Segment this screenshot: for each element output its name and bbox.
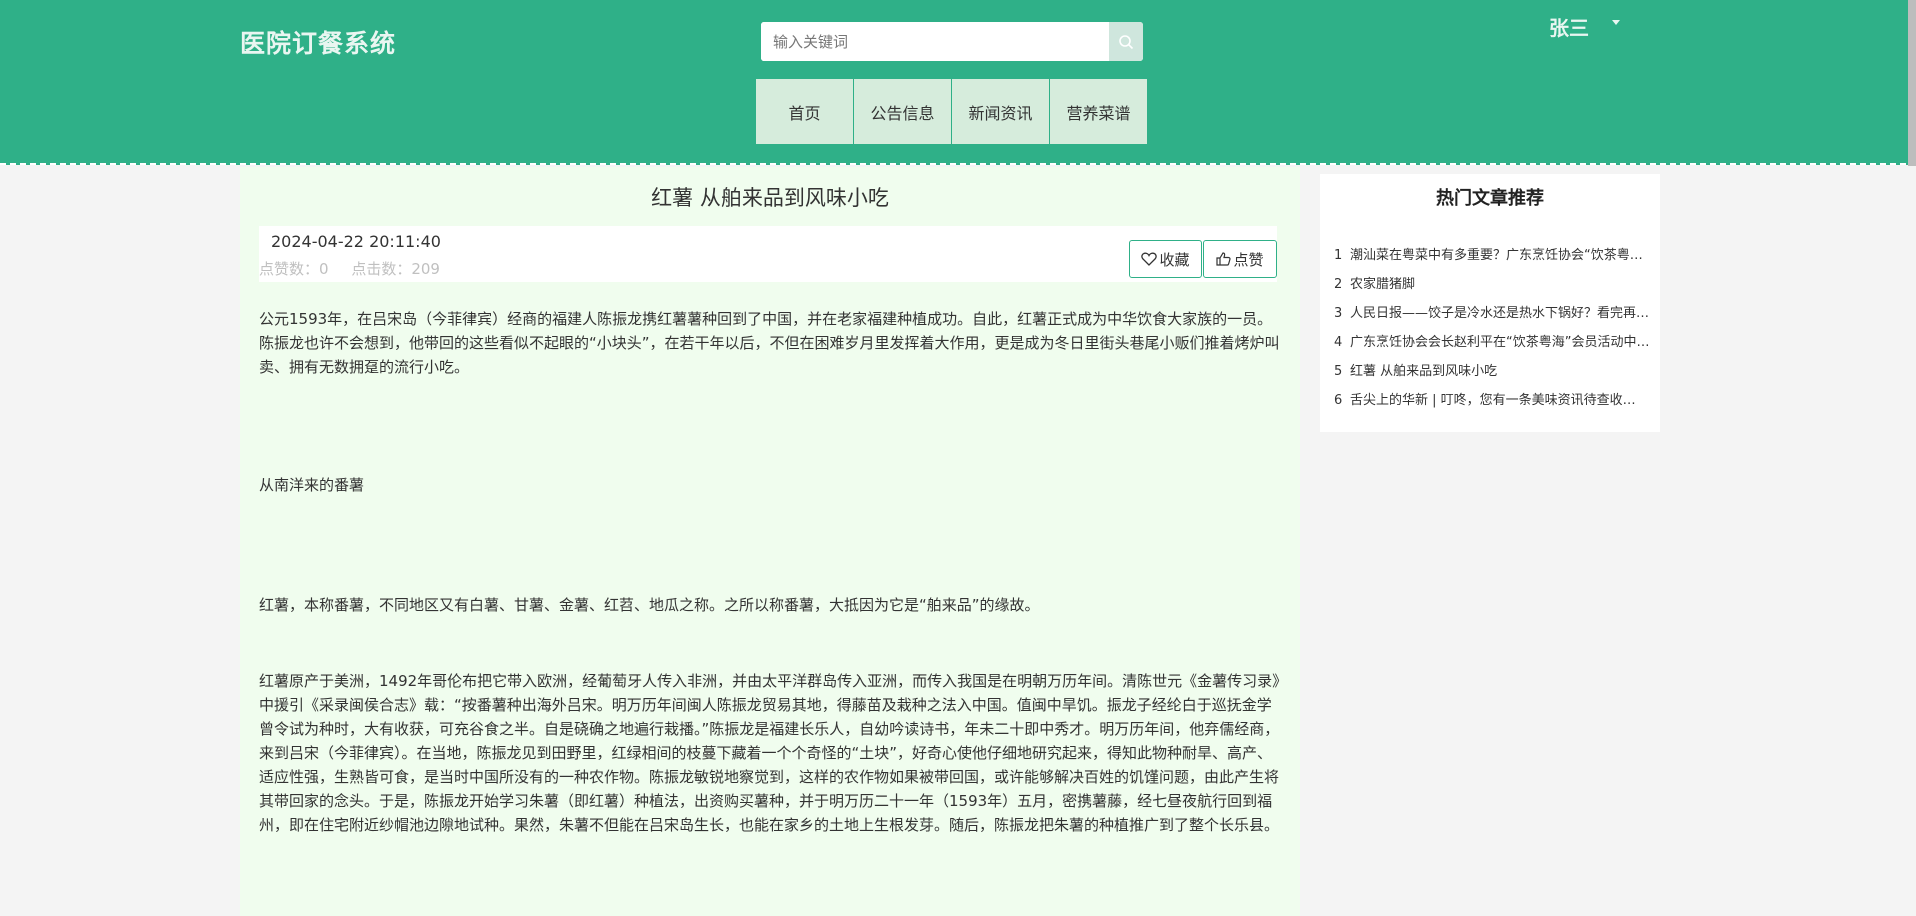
nav-announcements[interactable]: 公告信息 xyxy=(854,79,951,144)
hot-articles-list: 1潮汕菜在粤菜中有多重要？广东烹饪协会“饮茶粤海”会员… 2农家腊猪脚 3人民日… xyxy=(1334,244,1654,418)
like-button[interactable]: 点赞 xyxy=(1203,240,1277,278)
article-date: 2024-04-22 20:11:40 xyxy=(271,232,441,251)
like-count: 点赞数：0 xyxy=(259,260,329,278)
favorite-button[interactable]: 收藏 xyxy=(1129,240,1202,278)
caret-down-icon[interactable] xyxy=(1612,20,1620,25)
app-logo-title[interactable]: 医院订餐系统 xyxy=(240,24,396,60)
search-button[interactable] xyxy=(1109,22,1143,61)
hot-articles-title: 热门文章推荐 xyxy=(1436,188,1544,209)
article-title: 红薯 从舶来品到风味小吃 xyxy=(651,186,889,210)
nav-recipes[interactable]: 营养菜谱 xyxy=(1050,79,1147,144)
thumbs-up-icon xyxy=(1216,252,1232,266)
user-name[interactable]: 张三 xyxy=(1549,12,1589,41)
hot-article-item[interactable]: 6 舌尖上的华新 | 叮咚，您有一条美味资讯待查收… xyxy=(1334,389,1654,418)
hot-article-item[interactable]: 2 农家腊猪脚 xyxy=(1334,273,1654,302)
hot-article-item[interactable]: 4 广东烹饪协会会长赵利平在“饮茶粤海”会员活动中… xyxy=(1334,331,1654,360)
header: 医院订餐系统 张三 首页 公告信息 新闻资讯 营养菜谱 xyxy=(0,0,1916,165)
nav-news[interactable]: 新闻资讯 xyxy=(952,79,1049,144)
hot-articles-panel: 热门文章推荐 1潮汕菜在粤菜中有多重要？广东烹饪协会“饮茶粤海”会员… 2农家腊… xyxy=(1320,174,1660,432)
search-box xyxy=(761,22,1143,61)
article-paragraph: 红薯，本称番薯，不同地区又有白薯、甘薯、金薯、红苕、地瓜之称。之所以称番薯，大抵… xyxy=(259,596,1040,614)
favorite-label: 收藏 xyxy=(1159,250,1190,269)
heart-icon xyxy=(1141,252,1158,266)
article-paragraph: 公元1593年，在吕宋岛（今菲律宾）经商的福建人陈振龙携红薯薯种回到了中国，并在… xyxy=(259,310,1280,376)
article-meta: 2024-04-22 20:11:40 点赞数：0 点击数：209 xyxy=(259,226,1277,282)
nav-home[interactable]: 首页 xyxy=(756,79,853,144)
page-scrollbar[interactable] xyxy=(1908,0,1916,166)
article-counts: 点赞数：0 点击数：209 xyxy=(259,258,458,279)
like-label: 点赞 xyxy=(1233,250,1264,269)
article-subheading: 从南洋来的番薯 xyxy=(259,476,365,494)
click-count: 点击数：209 xyxy=(351,260,440,278)
hot-article-item[interactable]: 1潮汕菜在粤菜中有多重要？广东烹饪协会“饮茶粤海”会员… xyxy=(1334,244,1654,273)
search-icon xyxy=(1119,34,1134,49)
hot-article-item[interactable]: 3 人民日报——饺子是冷水还是热水下锅好？看完再也不… xyxy=(1334,302,1654,331)
article-panel: 红薯 从舶来品到风味小吃 2024-04-22 20:11:40 点赞数：0 点… xyxy=(240,167,1300,916)
hot-article-item[interactable]: 5 红薯 从舶来品到风味小吃 xyxy=(1334,360,1654,389)
main-nav: 首页 公告信息 新闻资讯 营养菜谱 xyxy=(756,79,1148,144)
search-input[interactable] xyxy=(761,22,1109,61)
article-paragraph: 红薯原产于美洲，1492年哥伦布把它带入欧洲，经葡萄牙人传入非洲，并由太平洋群岛… xyxy=(259,672,1280,834)
